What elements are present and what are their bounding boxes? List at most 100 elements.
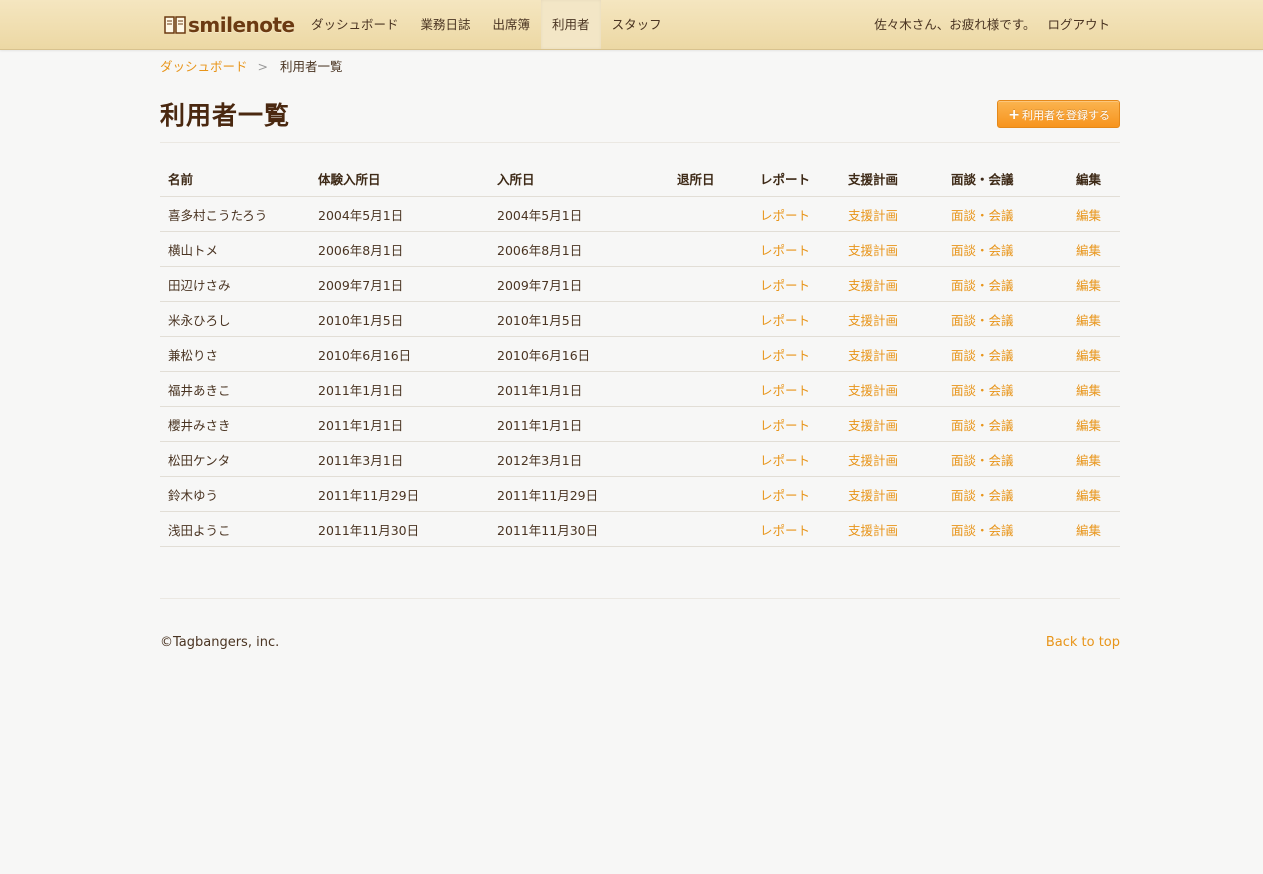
- support-plan-link[interactable]: 支援計画: [840, 301, 943, 337]
- meeting-link[interactable]: 面談・会議: [943, 301, 1068, 337]
- edit-link[interactable]: 編集: [1068, 371, 1120, 407]
- page-header: 利用者一覧 + 利用者を登録する: [160, 84, 1120, 143]
- cell-name: 喜多村こうたろう: [160, 196, 310, 232]
- brand-name: smilenote: [188, 13, 295, 37]
- support-plan-link[interactable]: 支援計画: [840, 231, 943, 267]
- cell-admission-date: 2012年3月1日: [489, 441, 669, 477]
- table-row: 喜多村こうたろう 2004年5月1日 2004年5月1日 レポート 支援計画 面談・会議編…: [160, 196, 1120, 232]
- support-plan-link[interactable]: 支援計画: [840, 196, 943, 232]
- meeting-link[interactable]: 面談・会議: [943, 196, 1068, 232]
- report-link[interactable]: レポート: [752, 336, 840, 372]
- support-plan-link[interactable]: 支援計画: [840, 266, 943, 302]
- cell-discharge-date: [669, 476, 752, 512]
- edit-link[interactable]: 編集: [1068, 406, 1120, 442]
- meeting-link[interactable]: 面談・会議: [943, 371, 1068, 407]
- main-nav: ダッシュボード 業務日誌 出席簿 利用者 スタッフ: [300, 0, 673, 49]
- meeting-link[interactable]: 面談・会議: [943, 511, 1068, 547]
- cell-name: 鈴木ゆう: [160, 476, 310, 512]
- header-edit: 編集: [1068, 161, 1120, 197]
- report-link[interactable]: レポート: [752, 511, 840, 547]
- meeting-link[interactable]: 面談・会議: [943, 231, 1068, 267]
- support-plan-link[interactable]: 支援計画: [840, 511, 943, 547]
- report-link[interactable]: レポート: [752, 231, 840, 267]
- table-row: 田辺けさみ 2009年7月1日 2009年7月1日 レポート 支援計画 面談・会議 編集: [160, 266, 1120, 302]
- edit-link[interactable]: 編集: [1068, 336, 1120, 372]
- top-navbar: smilenote ダッシュボード 業務日誌 出席簿 利用者 スタッフ 佐々木さ…: [0, 0, 1263, 50]
- cell-name: 米永ひろし: [160, 301, 310, 337]
- cell-admission-date: 2004年5月1日: [489, 196, 669, 232]
- cell-discharge-date: [669, 336, 752, 372]
- meeting-link[interactable]: 面談・会議: [943, 441, 1068, 477]
- cell-name: 兼松りさ: [160, 336, 310, 372]
- cell-discharge-date: [669, 196, 752, 232]
- cell-discharge-date: [669, 266, 752, 302]
- edit-link[interactable]: 編集: [1068, 441, 1120, 477]
- nav-item-dashboard[interactable]: ダッシュボード: [300, 0, 410, 49]
- cell-trial-date: 2006年8月1日: [310, 231, 489, 267]
- meeting-link[interactable]: 面談・会議: [943, 476, 1068, 512]
- header-admission-date: 入所日: [489, 161, 669, 197]
- support-plan-link[interactable]: 支援計画: [840, 406, 943, 442]
- breadcrumb-dashboard-link[interactable]: ダッシュボード: [160, 59, 248, 74]
- meeting-link[interactable]: 面談・会議: [943, 336, 1068, 372]
- cell-trial-date: 2010年6月16日: [310, 336, 489, 372]
- cell-name: 田辺けさみ: [160, 266, 310, 302]
- cell-admission-date: 2011年1月1日: [489, 406, 669, 442]
- report-link[interactable]: レポート: [752, 196, 840, 232]
- table-header-row: 名前 体験入所日 入所日 退所日 レポート 支援計画 面談・会議 編集: [160, 161, 1120, 197]
- table-body: 喜多村こうたろう 2004年5月1日 2004年5月1日 レポート 支援計画 面談・会議編…: [160, 196, 1120, 547]
- cell-name: 横山トメ: [160, 231, 310, 267]
- report-link[interactable]: レポート: [752, 406, 840, 442]
- support-plan-link[interactable]: 支援計画: [840, 476, 943, 512]
- edit-link[interactable]: 編集: [1068, 301, 1120, 337]
- edit-link[interactable]: 編集: [1068, 511, 1120, 547]
- page-title: 利用者一覧: [160, 101, 291, 130]
- table-row: 鈴木ゆう 2011年11月29日 2011年11月29日 レポート 支援計画 面談・会議編…: [160, 476, 1120, 512]
- report-link[interactable]: レポート: [752, 301, 840, 337]
- edit-link[interactable]: 編集: [1068, 231, 1120, 267]
- nav-item-work-log[interactable]: 業務日誌: [410, 0, 482, 49]
- logout-link[interactable]: ログアウト: [1047, 0, 1110, 49]
- report-link[interactable]: レポート: [752, 476, 840, 512]
- support-plan-link[interactable]: 支援計画: [840, 371, 943, 407]
- report-link[interactable]: レポート: [752, 441, 840, 477]
- edit-link[interactable]: 編集: [1068, 196, 1120, 232]
- header-trial-date: 体験入所日: [310, 161, 489, 197]
- cell-name: 松田ケンタ: [160, 441, 310, 477]
- header-support-plan: 支援計画: [840, 161, 943, 197]
- add-user-button[interactable]: + 利用者を登録する: [997, 100, 1120, 128]
- support-plan-link[interactable]: 支援計画: [840, 441, 943, 477]
- nav-item-attendance[interactable]: 出席簿: [482, 0, 542, 49]
- cell-discharge-date: [669, 231, 752, 267]
- meeting-link[interactable]: 面談・会議: [943, 266, 1068, 302]
- cell-admission-date: 2011年11月30日: [489, 511, 669, 547]
- nav-item-users[interactable]: 利用者: [541, 0, 601, 49]
- support-plan-link[interactable]: 支援計画: [840, 336, 943, 372]
- edit-link[interactable]: 編集: [1068, 266, 1120, 302]
- footer: ©Tagbangers, inc. Back to top: [160, 635, 1120, 675]
- table-row: 櫻井みさき 2011年1月1日 2011年1月1日 レポート 支援計画 面談・会議 編集: [160, 406, 1120, 442]
- cell-admission-date: 2009年7月1日: [489, 266, 669, 302]
- header-report: レポート: [752, 161, 840, 197]
- cell-trial-date: 2011年3月1日: [310, 441, 489, 477]
- cell-trial-date: 2011年1月1日: [310, 406, 489, 442]
- cell-trial-date: 2011年1月1日: [310, 371, 489, 407]
- book-icon: [164, 16, 186, 34]
- cell-name: 浅田ようこ: [160, 511, 310, 547]
- brand-logo[interactable]: smilenote: [164, 10, 295, 40]
- copyright: ©Tagbangers, inc.: [160, 635, 280, 650]
- add-user-button-label: 利用者を登録する: [1022, 109, 1110, 122]
- header-discharge-date: 退所日: [669, 161, 752, 197]
- navbar-inner: smilenote ダッシュボード 業務日誌 出席簿 利用者 スタッフ 佐々木さ…: [160, 0, 1120, 49]
- edit-link[interactable]: 編集: [1068, 476, 1120, 512]
- back-to-top-link[interactable]: Back to top: [1046, 635, 1120, 650]
- breadcrumb: ダッシュボード > 利用者一覧: [160, 50, 1120, 84]
- cell-discharge-date: [669, 511, 752, 547]
- report-link[interactable]: レポート: [752, 371, 840, 407]
- nav-item-staff[interactable]: スタッフ: [601, 0, 673, 49]
- meeting-link[interactable]: 面談・会議: [943, 406, 1068, 442]
- cell-admission-date: 2011年11月29日: [489, 476, 669, 512]
- table-row: 松田ケンタ 2011年3月1日 2012年3月1日 レポート 支援計画 面談・会議 編集: [160, 441, 1120, 477]
- breadcrumb-separator: >: [257, 59, 268, 74]
- report-link[interactable]: レポート: [752, 266, 840, 302]
